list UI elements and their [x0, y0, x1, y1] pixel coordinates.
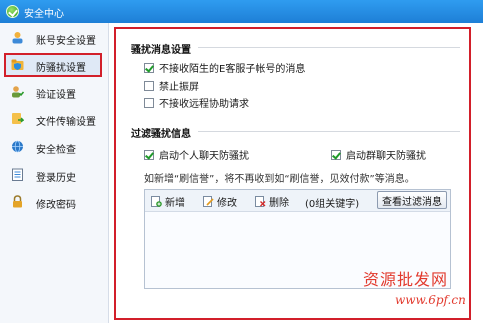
option-label: 禁止振屏: [159, 82, 199, 93]
option-label: 不接收陌生的E客服子帐号的消息: [159, 64, 306, 75]
sidebar-item-login-history[interactable]: 登录历史: [4, 164, 104, 186]
section-divider: [198, 131, 460, 132]
option-block-remote-assist[interactable]: 不接收远程协助请求: [144, 96, 249, 110]
view-filtered-messages-button[interactable]: 查看过滤消息: [377, 191, 447, 209]
user-badge-icon: [12, 32, 23, 44]
sidebar-item-anti-harassment[interactable]: 防骚扰设置: [4, 53, 102, 77]
shield-check-icon: [6, 5, 19, 18]
checkbox[interactable]: [144, 149, 154, 160]
checkbox[interactable]: [144, 62, 154, 73]
option-disable-screen-shake[interactable]: 禁止振屏: [144, 79, 199, 93]
sidebar-item-account-security[interactable]: 账号安全设置: [4, 27, 104, 49]
sidebar-item-label: 文件传输设置: [36, 117, 96, 128]
person-check-icon: [12, 86, 24, 98]
folder-shield-icon: [11, 59, 24, 70]
history-list-icon: [12, 168, 23, 181]
keyword-count: (0组关键字): [305, 199, 360, 210]
delete-icon: [255, 196, 266, 207]
sidebar-item-security-check[interactable]: 安全检查: [4, 136, 104, 158]
option-label: 启动个人聊天防骚扰: [159, 151, 249, 162]
section-title-filter: 过滤骚扰信息: [131, 129, 191, 140]
option-group-anti-harass[interactable]: 启动群聊天防骚扰: [331, 148, 426, 162]
sidebar-item-label: 登录历史: [36, 173, 76, 184]
checkbox[interactable]: [144, 80, 154, 91]
watermark-url: www.6pf.cn: [395, 293, 466, 307]
sidebar-item-file-transfer[interactable]: 文件传输设置: [4, 108, 104, 130]
globe-check-icon: [12, 140, 23, 153]
edit-keyword-button[interactable]: 修改: [203, 194, 237, 209]
sidebar-item-verification[interactable]: 验证设置: [4, 81, 104, 103]
edit-icon: [203, 196, 214, 207]
add-icon: [151, 196, 162, 207]
tool-label: 新增: [165, 198, 185, 209]
sidebar-item-change-password[interactable]: 修改密码: [4, 191, 104, 213]
option-label: 不接收远程协助请求: [159, 99, 249, 110]
file-transfer-icon: [12, 113, 24, 124]
option-block-stranger-eservice[interactable]: 不接收陌生的E客服子帐号的消息: [144, 61, 306, 75]
section-divider: [198, 47, 460, 48]
sidebar-item-label: 验证设置: [36, 90, 76, 101]
add-keyword-button[interactable]: 新增: [151, 194, 185, 209]
delete-keyword-button[interactable]: 删除: [255, 194, 289, 209]
sidebar-item-label: 安全检查: [36, 145, 76, 156]
sidebar-item-label: 账号安全设置: [36, 36, 96, 47]
title-bar: 安全中心: [0, 0, 483, 23]
sidebar-item-label: 修改密码: [36, 200, 76, 211]
option-personal-anti-harass[interactable]: 启动个人聊天防骚扰: [144, 148, 249, 162]
tool-label: 删除: [269, 198, 289, 209]
checkbox[interactable]: [331, 149, 341, 160]
sidebar: 账号安全设置 防骚扰设置 验证设置 文件传输设置 安全检查 登录历史 修改密码: [0, 23, 109, 323]
watermark-brand: 资源批发网: [363, 270, 449, 289]
section-title-harassment: 骚扰消息设置: [131, 45, 191, 56]
filter-description: 如新增“刷信誉”，将不再收到如“刷信誉，见效付款”等消息。: [144, 174, 415, 185]
option-label: 启动群聊天防骚扰: [346, 151, 426, 162]
sidebar-item-label: 防骚扰设置: [36, 63, 86, 74]
tool-label: 修改: [217, 198, 237, 209]
lock-icon: [13, 195, 22, 208]
window-title: 安全中心: [24, 9, 64, 20]
keyword-toolbar: 新增 修改 删除 (0组关键字) 查看过滤消息: [145, 190, 450, 212]
checkbox[interactable]: [144, 97, 154, 108]
